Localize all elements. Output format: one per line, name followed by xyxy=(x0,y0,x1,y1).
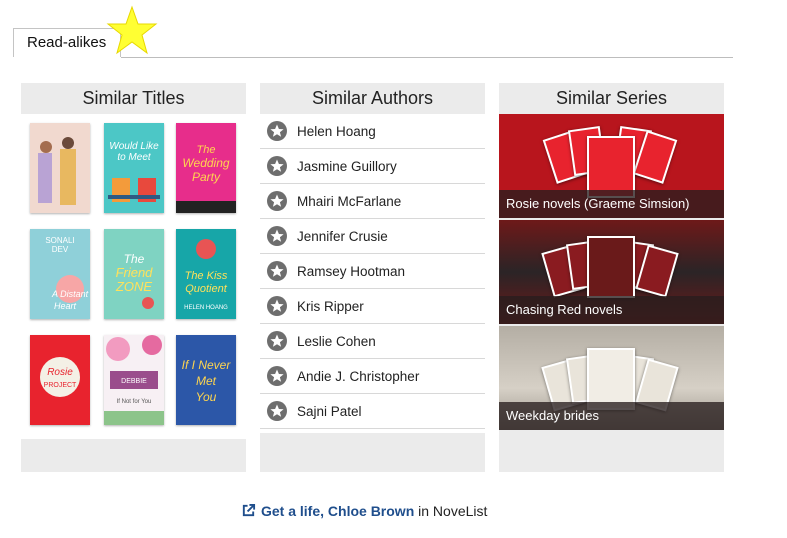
svg-text:You: You xyxy=(196,390,217,404)
star-icon xyxy=(267,121,287,141)
author-item[interactable]: Mhairi McFarlane xyxy=(260,184,485,219)
star-icon xyxy=(267,191,287,211)
svg-text:DEV: DEV xyxy=(52,245,69,254)
star-icon xyxy=(106,5,158,55)
book-cover[interactable]: The Wedding Party xyxy=(176,123,236,213)
svg-text:ZONE: ZONE xyxy=(115,279,152,294)
svg-text:HELEN HOANG: HELEN HOANG xyxy=(184,305,228,311)
svg-text:Heart: Heart xyxy=(54,301,77,311)
similar-titles-panel: Similar Titles Would Like to Meet The Wedd… xyxy=(21,83,246,472)
author-item[interactable]: Jasmine Guillory xyxy=(260,149,485,184)
book-cover[interactable] xyxy=(30,123,90,213)
author-name: Ramsey Hootman xyxy=(297,264,406,279)
svg-text:Would Like: Would Like xyxy=(109,141,159,152)
book-cover[interactable]: Rosie PROJECT xyxy=(30,335,90,425)
star-icon xyxy=(267,296,287,316)
author-item[interactable]: Helen Hoang xyxy=(260,114,485,149)
star-icon xyxy=(267,401,287,421)
book-cover[interactable]: SONALI DEV A Distant Heart xyxy=(30,229,90,319)
star-icon xyxy=(267,331,287,351)
svg-text:The: The xyxy=(197,144,216,156)
book-cover[interactable]: The Friend ZONE xyxy=(104,229,164,319)
similar-titles-header: Similar Titles xyxy=(82,88,185,108)
svg-text:DEBBIE: DEBBIE xyxy=(121,378,147,385)
svg-text:Met: Met xyxy=(196,374,217,388)
series-tile[interactable]: Weekday brides xyxy=(499,326,724,430)
author-item[interactable]: Jennifer Crusie xyxy=(260,219,485,254)
author-item[interactable]: Sajni Patel xyxy=(260,394,485,429)
svg-text:Wedding: Wedding xyxy=(182,156,229,170)
svg-text:The Kiss: The Kiss xyxy=(185,270,228,282)
book-cover[interactable]: If I Never Met You xyxy=(176,335,236,425)
similar-authors-panel: Similar Authors Helen Hoang Jasmine Guill… xyxy=(260,83,485,472)
author-name: Andie J. Christopher xyxy=(297,369,420,384)
svg-text:Rosie: Rosie xyxy=(47,367,73,378)
star-icon xyxy=(267,366,287,386)
novelist-suffix: in NoveList xyxy=(414,503,488,519)
author-name: Helen Hoang xyxy=(297,124,376,139)
author-name: Sajni Patel xyxy=(297,404,362,419)
similar-titles-grid: Would Like to Meet The Wedding Party SONALI… xyxy=(21,114,246,439)
author-item[interactable]: Kris Ripper xyxy=(260,289,485,324)
series-title: Rosie novels (Graeme Simsion) xyxy=(499,190,724,218)
author-item[interactable]: Ramsey Hootman xyxy=(260,254,485,289)
author-name: Mhairi McFarlane xyxy=(297,194,402,209)
author-item[interactable]: Leslie Cohen xyxy=(260,324,485,359)
series-title: Weekday brides xyxy=(499,402,724,430)
series-title: Chasing Red novels xyxy=(499,296,724,324)
svg-text:SONALI: SONALI xyxy=(45,236,74,245)
svg-text:If Not for You: If Not for You xyxy=(117,399,152,405)
star-icon xyxy=(267,226,287,246)
svg-text:The: The xyxy=(124,252,145,266)
svg-text:If I Never: If I Never xyxy=(182,358,232,372)
svg-text:Quotient: Quotient xyxy=(185,283,228,295)
similar-authors-header: Similar Authors xyxy=(311,88,434,108)
book-cover[interactable]: DEBBIE If Not for You xyxy=(104,335,164,425)
similar-series-header: Similar Series xyxy=(555,88,668,108)
author-name: Kris Ripper xyxy=(297,299,364,314)
author-item[interactable]: Andie J. Christopher xyxy=(260,359,485,394)
svg-text:to Meet: to Meet xyxy=(117,152,152,163)
svg-text:Party: Party xyxy=(192,170,221,184)
svg-text:PROJECT: PROJECT xyxy=(44,382,77,389)
series-tile[interactable]: Rosie novels (Graeme Simsion) xyxy=(499,114,724,218)
similar-series-panel: Similar Series Rosie novels (Graeme Sims… xyxy=(499,83,724,472)
novelist-title-link[interactable]: Get a life, Chloe Brown xyxy=(261,503,414,519)
author-name: Jasmine Guillory xyxy=(297,159,397,174)
star-icon xyxy=(267,156,287,176)
author-name: Jennifer Crusie xyxy=(297,229,388,244)
tab-divider xyxy=(121,57,733,58)
book-cover[interactable]: Would Like to Meet xyxy=(104,123,164,213)
svg-text:Friend: Friend xyxy=(116,265,154,280)
external-link-icon xyxy=(242,503,256,517)
series-tile[interactable]: Chasing Red novels xyxy=(499,220,724,324)
similar-series-list: Rosie novels (Graeme Simsion) Chasing Re… xyxy=(499,114,724,431)
similar-authors-list: Helen Hoang Jasmine Guillory Mhairi McFarl… xyxy=(260,114,485,433)
tab-read-alikes[interactable]: Read-alikes xyxy=(13,28,121,57)
star-icon xyxy=(267,261,287,281)
book-cover[interactable]: The Kiss Quotient HELEN HOANG xyxy=(176,229,236,319)
author-name: Leslie Cohen xyxy=(297,334,376,349)
novelist-link-row: Get a life, Chloe Brown in NoveList xyxy=(241,503,487,519)
svg-text:A Distant: A Distant xyxy=(51,289,89,299)
